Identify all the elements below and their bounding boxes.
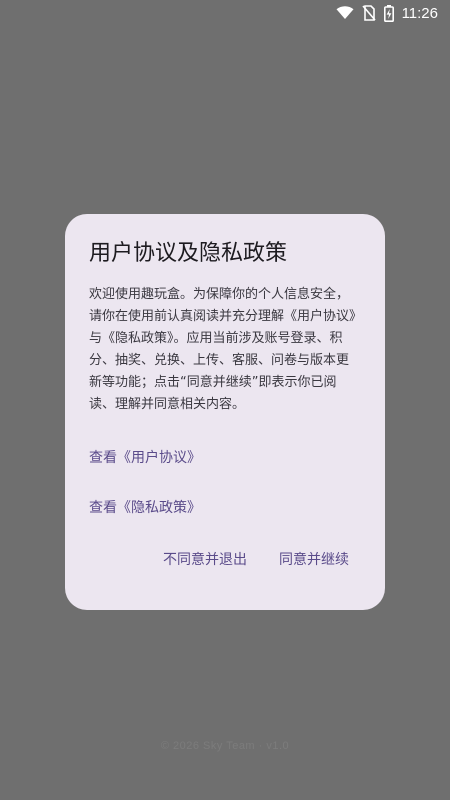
accept-continue-button[interactable]: 同意并继续 [267, 540, 361, 580]
decline-exit-button[interactable]: 不同意并退出 [151, 540, 259, 580]
view-privacy-policy-link[interactable]: 查看《隐私政策》 [77, 486, 361, 530]
status-bar: 11:26 [0, 0, 450, 26]
dialog-actions: 不同意并退出 同意并继续 [151, 540, 361, 580]
privacy-dialog: 用户协议及隐私政策 欢迎使用趣玩盒。为保障你的个人信息安全，请你在使用前认真阅读… [65, 214, 385, 610]
app-screen: 11:26 用户协议及隐私政策 欢迎使用趣玩盒。为保障你的个人信息安全，请你在使… [0, 0, 450, 800]
dialog-title: 用户协议及隐私政策 [89, 241, 288, 266]
view-user-agreement-link[interactable]: 查看《用户协议》 [77, 436, 361, 480]
wifi-icon [336, 6, 354, 20]
no-sim-icon [361, 5, 376, 21]
dialog-body: 欢迎使用趣玩盒。为保障你的个人信息安全，请你在使用前认真阅读并充分理解《用户协议… [89, 287, 356, 412]
status-time: 11:26 [401, 4, 438, 22]
battery-charging-icon [383, 4, 394, 22]
link-list: 查看《用户协议》 查看《隐私政策》 [89, 436, 361, 530]
footer-copyright: © 2026 Sky Team · v1.0 [160, 740, 290, 752]
